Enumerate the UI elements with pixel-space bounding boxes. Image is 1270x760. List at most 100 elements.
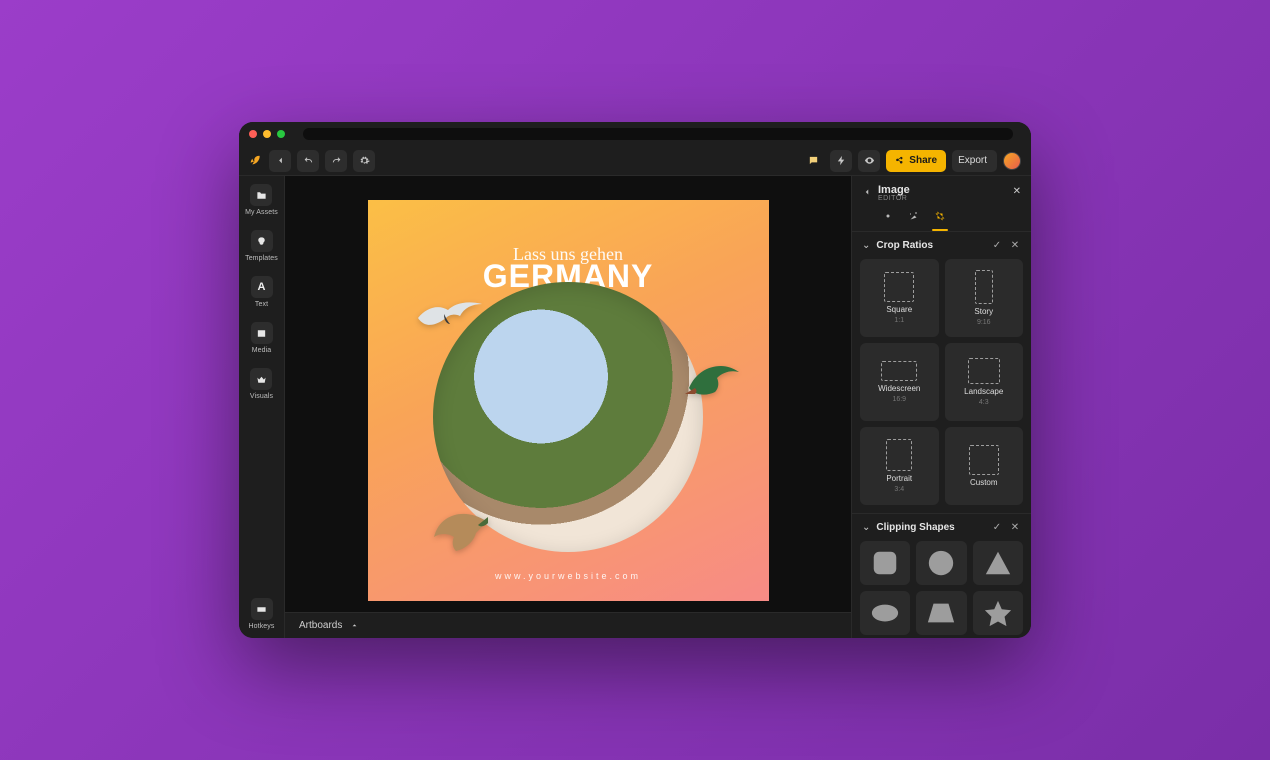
artboards-label: Artboards — [299, 620, 342, 631]
bolt-button[interactable] — [830, 150, 852, 172]
rounded-square-icon — [870, 548, 900, 578]
media-icon — [251, 322, 273, 344]
canvas-area: Lass uns gehen GERMANY www.yourwebsite.c… — [285, 176, 851, 638]
comments-button[interactable] — [802, 150, 824, 172]
ratio-preview-box — [969, 445, 999, 475]
chevron-down-icon[interactable]: ⌄ — [862, 240, 870, 251]
mac-titlebar — [239, 122, 1031, 146]
sidebar-label: Text — [255, 301, 268, 308]
clip-section-header: ⌄ Clipping Shapes ✓ ✕ — [852, 513, 1031, 541]
panel-subtitle: EDITOR — [878, 195, 910, 202]
app-logo-icon — [249, 154, 263, 168]
ratio-label: Widescreen — [878, 384, 920, 393]
crop-ratio-portrait[interactable]: Portrait 3:4 — [860, 427, 939, 505]
ratio-preview-box — [884, 272, 914, 302]
tab-effects[interactable] — [908, 210, 920, 231]
design-canvas[interactable]: Lass uns gehen GERMANY www.yourwebsite.c… — [368, 200, 769, 601]
crop-ratio-square[interactable]: Square 1:1 — [860, 259, 939, 337]
sidebar-item-my-assets[interactable]: My Assets — [245, 184, 278, 216]
top-toolbar: Share Export — [239, 146, 1031, 176]
sidebar-label: Visuals — [250, 393, 273, 400]
sidebar-item-templates[interactable]: Templates — [245, 230, 278, 262]
sidebar-label: Templates — [245, 255, 278, 262]
ratio-sub: 3:4 — [894, 486, 904, 493]
ratio-label: Story — [974, 307, 993, 316]
ratio-preview-box — [886, 439, 912, 471]
crop-ratio-story[interactable]: Story 9:16 — [945, 259, 1024, 337]
export-label: Export — [958, 155, 987, 166]
crop-cancel-button[interactable]: ✕ — [1009, 240, 1021, 251]
triangle-icon — [983, 548, 1013, 578]
folder-icon — [250, 184, 272, 206]
tab-crop[interactable] — [934, 210, 946, 231]
chevron-down-icon[interactable]: ⌄ — [862, 522, 870, 533]
chevron-up-icon — [350, 621, 359, 630]
window-min-dot[interactable] — [263, 130, 271, 138]
share-label: Share — [909, 155, 937, 166]
clip-shape-circle[interactable] — [916, 541, 966, 585]
preview-button[interactable] — [858, 150, 880, 172]
sidebar-item-text[interactable]: A Text — [251, 276, 273, 308]
undo-button[interactable] — [297, 150, 319, 172]
ratio-label: Custom — [970, 478, 998, 487]
ratio-label: Portrait — [886, 474, 912, 483]
crop-ratio-widescreen[interactable]: Widescreen 16:9 — [860, 343, 939, 421]
crown-icon — [250, 368, 272, 390]
clip-shape-trapezoid[interactable] — [916, 591, 966, 635]
export-button[interactable]: Export — [952, 150, 997, 172]
hummingbird-right-icon — [683, 358, 743, 398]
circle-icon — [926, 548, 956, 578]
crop-section-header: ⌄ Crop Ratios ✓ ✕ — [852, 231, 1031, 259]
share-button[interactable]: Share — [886, 150, 946, 172]
panel-back-button[interactable] — [862, 187, 872, 200]
ratio-label: Square — [886, 305, 912, 314]
seagull-icon — [416, 300, 488, 334]
sidebar-item-hotkeys[interactable]: Hotkeys — [249, 598, 275, 630]
user-avatar[interactable] — [1003, 152, 1021, 170]
ratio-preview-box — [881, 361, 917, 381]
nav-back-button[interactable] — [269, 150, 291, 172]
clip-shape-star[interactable] — [973, 591, 1023, 635]
ellipse-icon — [870, 598, 900, 628]
right-panel: Image EDITOR ✕ ⌄ Crop Ratios ✓ ✕ Square 1… — [851, 176, 1031, 638]
crop-ratio-grid: Square 1:1 Story 9:16 Widescreen 16:9 Landscap… — [852, 259, 1031, 513]
crop-ratio-custom[interactable]: Custom — [945, 427, 1024, 505]
keyboard-icon — [251, 598, 273, 620]
clip-cancel-button[interactable]: ✕ — [1009, 522, 1021, 533]
panel-header: Image EDITOR ✕ — [852, 176, 1031, 206]
tab-settings[interactable] — [882, 210, 894, 231]
redo-button[interactable] — [325, 150, 347, 172]
ratio-preview-box — [975, 270, 993, 304]
clip-shape-grid — [852, 541, 1031, 638]
ratio-sub: 1:1 — [894, 317, 904, 324]
crop-apply-button[interactable]: ✓ — [991, 240, 1003, 251]
window-max-dot[interactable] — [277, 130, 285, 138]
crop-ratio-landscape[interactable]: Landscape 4:3 — [945, 343, 1024, 421]
ratio-preview-box — [968, 358, 1000, 384]
hummingbird-left-icon — [428, 513, 492, 553]
sidebar-item-media[interactable]: Media — [251, 322, 273, 354]
app-window: Share Export My Assets Templates A Text — [239, 122, 1031, 638]
clip-shape-ellipse[interactable] — [860, 591, 910, 635]
address-bar[interactable] — [303, 128, 1013, 140]
sidebar-item-visuals[interactable]: Visuals — [250, 368, 273, 400]
artboards-bar[interactable]: Artboards — [285, 612, 851, 638]
star-icon — [983, 598, 1013, 628]
clip-shape-rounded-square[interactable] — [860, 541, 910, 585]
ratio-sub: 16:9 — [892, 396, 906, 403]
clip-section-title: Clipping Shapes — [876, 522, 985, 533]
panel-close-button[interactable]: ✕ — [1013, 186, 1021, 197]
settings-button[interactable] — [353, 150, 375, 172]
crop-section-title: Crop Ratios — [876, 240, 985, 251]
clip-apply-button[interactable]: ✓ — [991, 522, 1003, 533]
ratio-sub: 9:16 — [977, 319, 991, 326]
ratio-label: Landscape — [964, 387, 1003, 396]
sidebar-label: My Assets — [245, 209, 278, 216]
left-sidebar: My Assets Templates A Text Media Visuals — [239, 176, 285, 638]
sidebar-label: Hotkeys — [249, 623, 275, 630]
clip-shape-triangle[interactable] — [973, 541, 1023, 585]
window-close-dot[interactable] — [249, 130, 257, 138]
templates-icon — [251, 230, 273, 252]
text-icon: A — [251, 276, 273, 298]
ratio-sub: 4:3 — [979, 399, 989, 406]
